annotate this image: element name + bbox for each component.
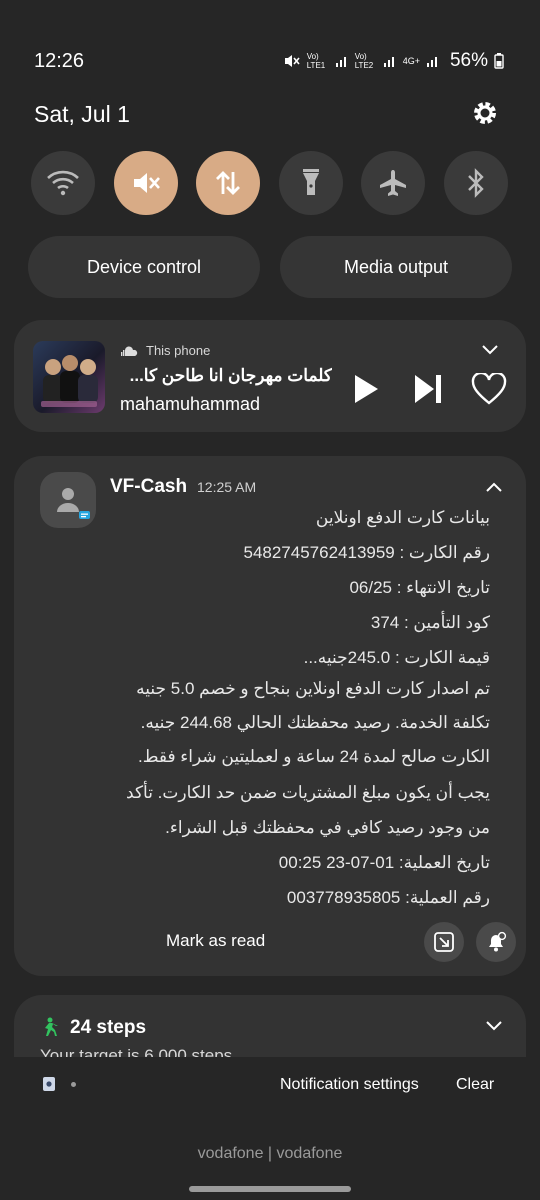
flashlight-icon (303, 169, 319, 195)
date: Sat, Jul 1 (34, 101, 130, 127)
bluetooth-tile[interactable] (444, 151, 508, 215)
soundcloud-icon (121, 346, 138, 356)
notification-settings-button[interactable]: Notification settings (280, 1076, 419, 1094)
notification-line: من وجود رصيد كافي في محفظتك قبل الشراء. (165, 818, 490, 837)
notification-line: تاريخ الانتهاء : 06/25 (349, 578, 490, 597)
person-icon (57, 488, 90, 519)
mute-icon (284, 55, 300, 67)
notification-line: رقم العملية: 003778935805 (286, 888, 490, 907)
notification-line: قيمة الكارت : 245.0جنيه... (303, 648, 490, 667)
app-icon (40, 472, 96, 528)
bluetooth-icon (468, 168, 484, 198)
mobile-data-tile[interactable] (196, 151, 260, 215)
data-arrows-icon (216, 171, 240, 195)
settings-gear-icon[interactable] (470, 98, 500, 128)
app-shortcut-icon (43, 1077, 55, 1091)
mark-as-read-button[interactable]: Mark as read (166, 931, 265, 951)
steps-count: 24 steps (70, 1017, 147, 1038)
clear-button[interactable]: Clear (456, 1076, 494, 1094)
notification-line: رقم الكارت : 5482745762413959 (243, 543, 490, 562)
carrier-label: vodafone | vodafone (197, 1145, 343, 1162)
signal2-icon (383, 57, 394, 67)
snooze-button[interactable] (424, 922, 464, 962)
airplane-tile[interactable] (361, 151, 425, 215)
chevron-up-icon[interactable] (485, 481, 503, 493)
notification-line: تم اصدار كارت الدفع اونلاين بنجاح و خصم … (136, 679, 490, 698)
media-output-button[interactable]: Media output (280, 236, 512, 298)
sim2-label: Vo) LTE2 (354, 52, 374, 70)
more-indicator-dot (71, 1082, 76, 1087)
sim1-label: Vo) LTE1 (306, 52, 326, 70)
clock: 12:26 (34, 50, 85, 72)
artist-name: mahamuhammad (120, 394, 261, 414)
media-source: This phone (146, 343, 211, 358)
expand-window-icon (434, 932, 454, 952)
song-title: كلمات مهرجان انا طاحن كا... (129, 366, 332, 385)
notification-time: 12:25 AM (197, 479, 257, 495)
play-icon[interactable] (353, 374, 379, 404)
sound-tile[interactable] (114, 151, 178, 215)
signal1-icon (335, 57, 346, 67)
battery-percent: 56% (449, 50, 488, 71)
notification-line: تكلفة الخدمة. رصيد محفظتك الحالي 244.68 … (140, 713, 490, 732)
battery-icon (494, 53, 504, 69)
notification-line: كود التأمين : 374 (370, 613, 490, 632)
album-art[interactable] (33, 341, 105, 413)
airplane-icon (380, 170, 406, 196)
chevron-down-icon[interactable] (485, 1020, 503, 1032)
signal3-icon (426, 57, 437, 67)
heart-icon[interactable] (471, 373, 507, 405)
navigation-handle[interactable] (189, 1186, 351, 1192)
flashlight-tile[interactable] (279, 151, 343, 215)
skip-next-icon[interactable] (413, 374, 443, 404)
notification-line: تاريخ العملية: 01-07-23 00:25 (278, 853, 490, 872)
device-control-button[interactable]: Device control (28, 236, 260, 298)
mute-icon (134, 173, 160, 193)
status-bar: 12:26 Vo) LTE1 Vo) LTE2 4G+ 56% (0, 0, 540, 90)
wifi-tile[interactable] (31, 151, 95, 215)
notification-line: الكارت صالح لمدة 24 ساعة و لعمليتين شراء… (138, 747, 490, 766)
notification-app-name: VF-Cash (110, 476, 188, 497)
walking-icon (45, 1017, 58, 1036)
chevron-down-icon[interactable] (481, 344, 499, 356)
notification-bell-button[interactable] (476, 922, 516, 962)
notification-line: يجب أن يكون مبلغ المشتريات ضمن حد الكارت… (126, 783, 490, 802)
bell-settings-icon (489, 931, 507, 952)
notification-line: بيانات كارت الدفع اونلاين (315, 508, 490, 527)
wifi-icon (47, 170, 79, 196)
status-icons: Vo) LTE1 Vo) LTE2 4G+ 56% (283, 50, 504, 72)
network-type: 4G+ (402, 56, 420, 66)
